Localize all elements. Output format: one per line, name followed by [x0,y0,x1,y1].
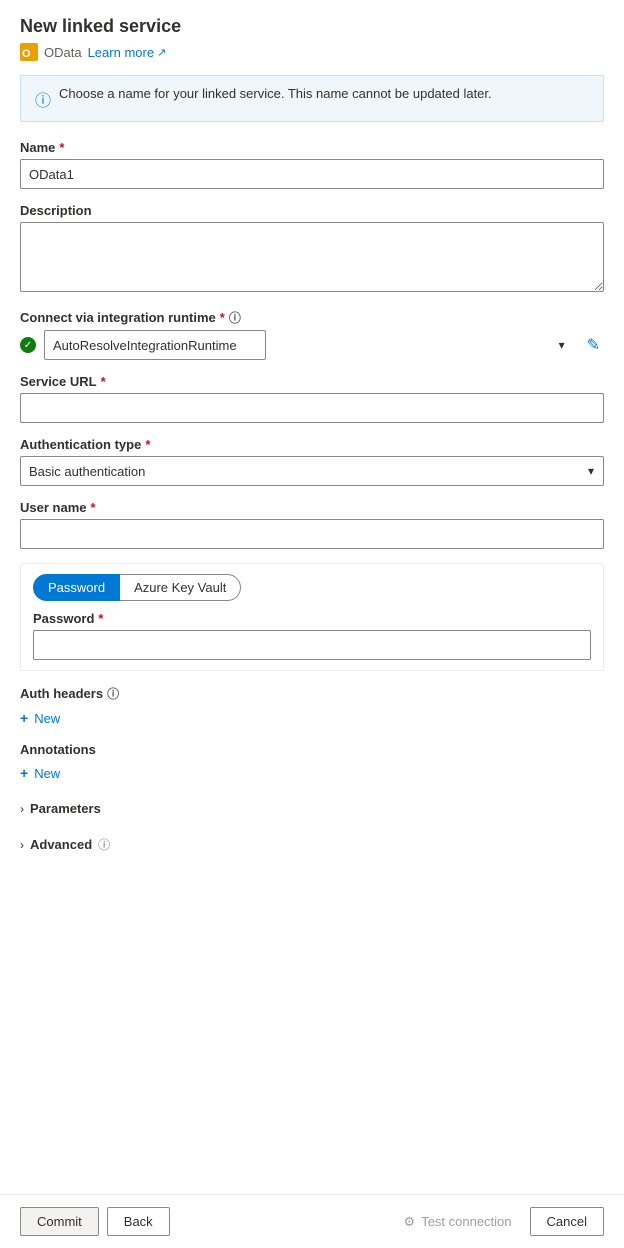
page-title: New linked service [20,16,604,37]
advanced-section: › Advanced ⓘ [20,832,604,857]
advanced-label: Advanced [30,837,92,852]
add-new-icon: + [20,710,28,726]
external-link-icon: ↗ [157,46,166,59]
description-input[interactable] [20,222,604,292]
auth-headers-new-label: New [34,711,60,726]
annotations-add-new[interactable]: + New [20,761,604,785]
connect-runtime-field-group: Connect via integration runtime * ⓘ ✓ Au… [20,309,604,360]
user-name-input[interactable] [20,519,604,549]
connect-runtime-label: Connect via integration runtime * ⓘ [20,309,604,326]
auth-type-label: Authentication type * [20,437,604,452]
runtime-dropdown-wrapper: ✓ AutoResolveIntegrationRuntime ✎ [20,330,604,360]
azure-key-vault-tab[interactable]: Azure Key Vault [120,574,241,601]
auth-type-wrapper: Basic authentication Anonymous Windows a… [20,456,604,486]
password-label: Password * [33,611,591,626]
description-label: Description [20,203,604,218]
commit-button[interactable]: Commit [20,1207,99,1236]
advanced-expandable[interactable]: › Advanced ⓘ [20,832,604,857]
auth-headers-section: Auth headers ⓘ + New [20,685,604,730]
required-star-url: * [101,374,106,389]
annotations-label: Annotations [20,742,604,757]
test-connection-button[interactable]: ⚙ Test connection [394,1208,522,1236]
subtitle-label: OData [44,45,82,60]
required-star-runtime: * [220,310,225,325]
required-star-username: * [90,500,95,515]
odata-icon: O [20,43,38,61]
info-text: Choose a name for your linked service. T… [59,86,492,101]
service-url-label: Service URL * [20,374,604,389]
bottom-bar: Commit Back ⚙ Test connection Cancel [0,1194,624,1248]
password-tab[interactable]: Password [33,574,120,601]
cancel-button[interactable]: Cancel [530,1207,604,1236]
advanced-info-icon[interactable]: ⓘ [98,836,110,853]
required-star-password: * [98,611,103,626]
auth-type-select[interactable]: Basic authentication Anonymous Windows a… [20,456,604,486]
subtitle-row: O OData Learn more ↗ [20,43,604,61]
password-tab-group: Password Azure Key Vault [33,574,591,601]
auth-headers-add-new[interactable]: + New [20,706,604,730]
runtime-select[interactable]: AutoResolveIntegrationRuntime [44,330,266,360]
parameters-chevron-icon: › [20,802,24,816]
name-field-group: Name * [20,140,604,189]
service-url-field-group: Service URL * [20,374,604,423]
parameters-label: Parameters [30,801,101,816]
annotations-add-icon: + [20,765,28,781]
name-label: Name * [20,140,604,155]
runtime-edit-icon[interactable]: ✎ [583,331,604,359]
parameters-section: › Parameters [20,797,604,820]
user-name-field-group: User name * [20,500,604,549]
auth-headers-label: Auth headers ⓘ [20,685,604,702]
parameters-expandable[interactable]: › Parameters [20,797,604,820]
required-star: * [59,140,64,155]
description-field-group: Description [20,203,604,295]
user-name-label: User name * [20,500,604,515]
auth-headers-info-icon[interactable]: ⓘ [107,685,119,702]
learn-more-link[interactable]: Learn more ↗ [88,45,167,60]
auth-type-field-group: Authentication type * Basic authenticati… [20,437,604,486]
back-button[interactable]: Back [107,1207,170,1236]
service-url-input[interactable] [20,393,604,423]
runtime-info-icon[interactable]: ⓘ [229,309,241,326]
test-connection-label: Test connection [421,1214,511,1229]
connection-plug-icon: ⚙ [404,1214,416,1230]
info-icon: ⓘ [35,87,51,111]
password-input[interactable] [33,630,591,660]
annotations-new-label: New [34,766,60,781]
name-input[interactable] [20,159,604,189]
advanced-chevron-icon: › [20,838,24,852]
required-star-auth: * [145,437,150,452]
annotations-section: Annotations + New [20,742,604,785]
svg-text:O: O [22,48,31,60]
info-banner: ⓘ Choose a name for your linked service.… [20,75,604,122]
password-section: Password Azure Key Vault Password * [20,563,604,671]
learn-more-text: Learn more [88,45,154,60]
password-field-group: Password * [33,611,591,660]
runtime-status-check: ✓ [20,337,36,353]
